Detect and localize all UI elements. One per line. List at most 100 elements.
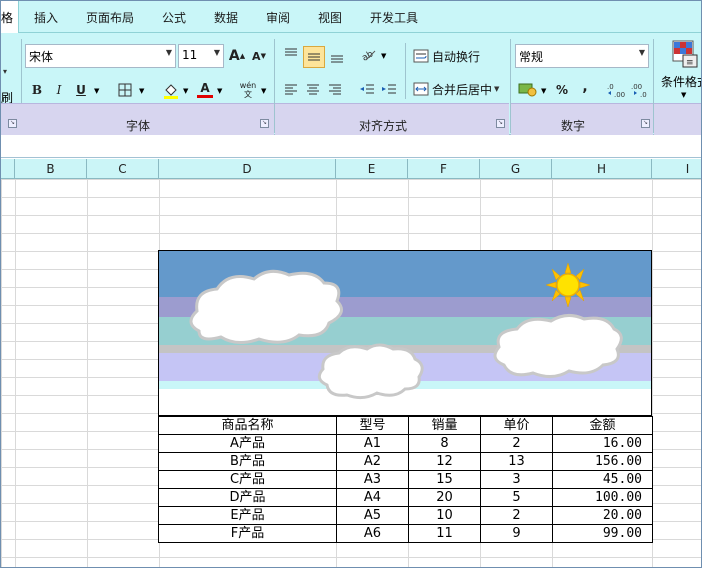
font-color-dropdown-icon[interactable]: ▼ (217, 87, 222, 95)
conditional-format-dropdown-icon[interactable]: ▼ (681, 91, 686, 99)
percent-button[interactable]: % (552, 80, 572, 100)
increase-indent-icon (382, 84, 396, 94)
increase-decimal-button[interactable]: .0.00 (605, 80, 627, 100)
tab-page-layout[interactable]: 页面布局 (86, 9, 134, 26)
cell-price[interactable]: 13 (480, 452, 553, 471)
align-left-button[interactable] (281, 80, 301, 100)
cell-amount[interactable]: 45.00 (552, 470, 653, 489)
column-header-d[interactable]: D (159, 159, 336, 179)
cell-model[interactable]: A1 (336, 434, 409, 453)
cell-sales[interactable]: 10 (408, 506, 481, 525)
orientation-button[interactable]: ab (359, 44, 379, 64)
underline-button[interactable]: U (71, 80, 91, 100)
svg-text:ab: ab (360, 49, 375, 62)
cell-product[interactable]: F产品 (158, 524, 337, 543)
shrink-font-button[interactable]: A ▼ (249, 46, 269, 66)
header-unit-price[interactable]: 单价 (480, 416, 553, 435)
align-middle-button[interactable] (303, 46, 325, 68)
font-size-combo[interactable]: 11 ▼ (178, 44, 224, 68)
column-header-c[interactable]: C (87, 159, 159, 179)
clipboard-launcher-icon[interactable]: ↘ (8, 119, 17, 128)
borders-button[interactable] (115, 80, 135, 100)
cell-price[interactable]: 5 (480, 488, 553, 507)
conditional-format-label[interactable]: 条件格式 (661, 73, 701, 90)
increase-indent-button[interactable] (379, 80, 399, 100)
header-sales-volume[interactable]: 销量 (408, 416, 481, 435)
sky-picture[interactable] (158, 250, 652, 416)
cell-model[interactable]: A3 (336, 470, 409, 489)
tab-view[interactable]: 视图 (318, 9, 342, 26)
tab-review[interactable]: 审阅 (266, 9, 290, 26)
font-name-combo[interactable]: 宋体 ▼ (25, 44, 176, 68)
cell-product[interactable]: E产品 (158, 506, 337, 525)
column-header-h[interactable]: H (552, 159, 652, 179)
column-header-g[interactable]: G (480, 159, 552, 179)
formula-bar[interactable] (1, 136, 701, 158)
cell-price[interactable]: 2 (480, 434, 553, 453)
font-launcher-icon[interactable]: ↘ (260, 119, 269, 128)
align-center-button[interactable] (303, 80, 323, 100)
cell-amount[interactable]: 100.00 (552, 488, 653, 507)
cell-product[interactable]: C产品 (158, 470, 337, 489)
cell-model[interactable]: A5 (336, 506, 409, 525)
header-amount[interactable]: 金额 (552, 416, 653, 435)
merge-center-button[interactable]: 合并后居中 ▼ (413, 78, 499, 100)
tab-data[interactable]: 数据 (214, 9, 238, 26)
wrap-text-label: 自动换行 (432, 49, 481, 64)
font-color-button[interactable]: A (195, 79, 215, 99)
cell-price[interactable]: 2 (480, 506, 553, 525)
align-top-button[interactable] (281, 44, 301, 64)
cell-amount[interactable]: 99.00 (552, 524, 653, 543)
column-header-f[interactable]: F (408, 159, 480, 179)
phonetic-guide-button[interactable]: wén 文 (237, 78, 259, 102)
tab-developer[interactable]: 开发工具 (370, 9, 418, 26)
fill-color-dropdown-icon[interactable]: ▼ (183, 87, 188, 95)
align-bottom-button[interactable] (327, 46, 347, 66)
cell-amount[interactable]: 20.00 (552, 506, 653, 525)
tab-start[interactable]: 格 (1, 1, 19, 33)
accounting-format-button[interactable] (517, 79, 539, 99)
header-product-name[interactable]: 商品名称 (158, 416, 337, 435)
column-header-e[interactable]: E (336, 159, 408, 179)
borders-dropdown-icon[interactable]: ▼ (139, 87, 144, 95)
cell-sales[interactable]: 11 (408, 524, 481, 543)
tab-insert[interactable]: 插入 (34, 9, 58, 26)
cell-model[interactable]: A4 (336, 488, 409, 507)
cell-amount[interactable]: 156.00 (552, 452, 653, 471)
comma-style-button[interactable]: , (575, 77, 595, 97)
cell-product[interactable]: D产品 (158, 488, 337, 507)
number-format-combo[interactable]: 常规 ▼ (515, 44, 649, 68)
wrap-text-button[interactable]: 自动换行 (413, 45, 480, 67)
accounting-dropdown-icon[interactable]: ▼ (541, 87, 546, 95)
cell-price[interactable]: 3 (480, 470, 553, 489)
cell-sales[interactable]: 20 (408, 488, 481, 507)
column-header-b[interactable]: B (15, 159, 87, 179)
bold-button[interactable]: B (27, 80, 47, 100)
header-model[interactable]: 型号 (336, 416, 409, 435)
conditional-format-button-icon[interactable]: ≡ (671, 39, 699, 69)
phonetic-dropdown-icon[interactable]: ▼ (261, 87, 266, 95)
cell-product[interactable]: A产品 (158, 434, 337, 453)
fill-color-button[interactable] (161, 80, 181, 100)
column-header-partial[interactable] (1, 159, 15, 179)
decrease-decimal-button[interactable]: .00.0 (629, 80, 651, 100)
grow-font-button[interactable]: A ▲ (227, 46, 247, 66)
cell-sales[interactable]: 8 (408, 434, 481, 453)
tab-formulas[interactable]: 公式 (162, 9, 186, 26)
cell-amount[interactable]: 16.00 (552, 434, 653, 453)
cell-sales[interactable]: 15 (408, 470, 481, 489)
cell-price[interactable]: 9 (480, 524, 553, 543)
alignment-launcher-icon[interactable]: ↘ (496, 119, 505, 128)
cell-product[interactable]: B产品 (158, 452, 337, 471)
decrease-indent-button[interactable] (357, 80, 377, 100)
number-launcher-icon[interactable]: ↘ (641, 119, 650, 128)
cell-model[interactable]: A2 (336, 452, 409, 471)
underline-dropdown-icon[interactable]: ▼ (94, 87, 99, 95)
orientation-dropdown-icon[interactable]: ▼ (381, 52, 386, 60)
cell-sales[interactable]: 12 (408, 452, 481, 471)
paste-dropdown-icon[interactable]: ▾ (3, 67, 7, 76)
align-right-button[interactable] (325, 80, 345, 100)
italic-button[interactable]: I (49, 80, 69, 100)
column-header-i[interactable]: I (652, 159, 701, 179)
cell-model[interactable]: A6 (336, 524, 409, 543)
